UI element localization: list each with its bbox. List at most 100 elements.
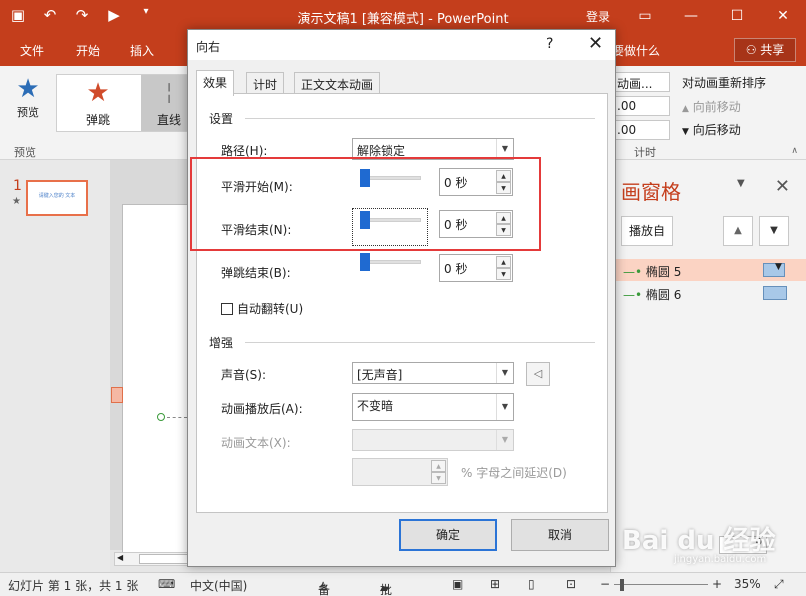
timing-group-label: 计时 [634, 146, 656, 159]
tab-file[interactable]: 文件 [20, 42, 44, 59]
after-animation-value: 不变暗 [357, 399, 394, 413]
animation-list-item[interactable]: —• 椭圆 5 ▼ [611, 259, 806, 281]
animate-text-dropdown[interactable]: ▼ [352, 429, 514, 451]
motion-path-start-icon[interactable] [157, 413, 165, 421]
status-bar: 幻灯片 第 1 张，共 1 张 ⌨ 中文(中国) ≜ 备注 ▰ 批注 ▣ ⊞ ▯… [0, 572, 806, 596]
slideshow-icon[interactable]: ⊡ [566, 577, 576, 591]
item-dropdown-icon[interactable]: ▼ [775, 262, 782, 272]
auto-reverse-label: 自动翻转(U) [237, 302, 304, 316]
spin-down-icon[interactable]: ▼ [496, 268, 511, 280]
preview-star-icon: ★ [16, 74, 40, 104]
reorder-title: 对动画重新排序 [682, 76, 767, 90]
after-animation-label: 动画播放后(A): [221, 402, 303, 416]
close-pane-icon[interactable]: ✕ [775, 176, 790, 197]
reading-view-icon[interactable]: ▯ [528, 577, 535, 591]
minimize-icon[interactable]: — [668, 0, 714, 32]
bounce-end-slider[interactable] [360, 253, 421, 271]
animation-gallery: ★ 弹跳 ╎ 直线 [56, 74, 197, 132]
watermark-url: jingyan.baidu.com [674, 554, 767, 565]
zoom-slider[interactable] [614, 584, 708, 585]
collapse-ribbon-icon[interactable]: ∧ [791, 146, 798, 156]
zoom-out-icon[interactable]: − [600, 577, 610, 591]
spell-check-icon[interactable]: ⌨ [158, 577, 175, 591]
move-earlier-button[interactable]: ▲ 向前移动 [682, 98, 741, 115]
bounce-end-label: 弹跳结束(B): [221, 266, 291, 280]
slider-thumb[interactable] [360, 253, 370, 271]
enhance-header: 增强 [209, 336, 234, 350]
ribbon-display-icon[interactable]: ▭ [622, 0, 668, 32]
move-down-button[interactable]: ▼ [759, 216, 789, 246]
checkbox-box[interactable] [221, 303, 233, 315]
auto-reverse-checkbox[interactable]: 自动翻转(U) [221, 300, 303, 317]
animation-bounce-label: 弹跳 [85, 113, 110, 127]
scroll-left-icon[interactable]: ◀ [117, 553, 123, 562]
zoom-level[interactable]: 35% [734, 577, 761, 591]
after-animation-dropdown[interactable]: 不变暗 ▼ [352, 393, 514, 421]
animation-tag[interactable] [111, 387, 123, 403]
timeline-bar[interactable] [763, 286, 787, 300]
slide-sorter-icon[interactable]: ⊞ [490, 577, 500, 591]
close-dialog-icon[interactable]: ✕ [588, 33, 603, 54]
pane-options-icon[interactable]: ▼ [737, 178, 745, 189]
share-button[interactable]: ⚇ 共享 [734, 38, 796, 62]
motion-path-icon: —• [623, 288, 643, 302]
settings-header: 设置 [209, 112, 234, 126]
timing-delay-field[interactable]: .00 [612, 120, 670, 140]
login-link[interactable]: 登录 [586, 8, 610, 25]
bounce-end-spinner[interactable]: 0 秒 ▲ ▼ [439, 254, 513, 282]
animation-bounce[interactable]: ★ 弹跳 [57, 75, 139, 131]
help-icon[interactable]: ? [546, 36, 553, 52]
share-label: 共享 [760, 43, 785, 57]
tab-home[interactable]: 开始 [76, 42, 100, 59]
timing-duration-field[interactable]: .00 [612, 96, 670, 116]
tab-insert[interactable]: 插入 [130, 42, 154, 59]
close-window-icon[interactable]: ✕ [760, 0, 806, 32]
move-later-button[interactable]: ▼ 向后移动 [682, 121, 741, 138]
play-from-button[interactable]: 播放自 [621, 216, 673, 246]
slide-thumbnail[interactable]: 请键入您的 文本 [26, 180, 88, 216]
path-value: 解除锁定 [357, 144, 406, 158]
effect-options-dialog: 向右 ? ✕ 效果 计时 正文文本动画 设置 路径(H): 解除锁定 ▼ 平滑开… [187, 29, 616, 567]
triangle-up-icon: ▲ [682, 104, 689, 114]
animate-text-label: 动画文本(X): [221, 436, 291, 450]
sound-dropdown[interactable]: [无声音] ▼ [352, 362, 514, 384]
triangle-down-icon: ▼ [682, 127, 689, 137]
ok-button[interactable]: 确定 [399, 519, 497, 551]
enhance-divider [245, 342, 595, 343]
spin-down-icon[interactable]: ▼ [431, 472, 446, 484]
settings-divider [245, 118, 595, 119]
slides-pane: 1 ★ 请键入您的 文本 [0, 160, 110, 572]
dialog-title: 向右 [196, 40, 221, 54]
animation-list-item[interactable]: —• 椭圆 6 [611, 282, 806, 304]
letter-delay-spinner[interactable]: ▲ ▼ [352, 458, 448, 486]
tab-text-animation[interactable]: 正文文本动画 [294, 72, 381, 94]
fit-slide-icon[interactable]: ⤢ [774, 577, 784, 592]
animation-item-label: 椭圆 6 [645, 288, 682, 302]
chevron-down-icon: ▼ [496, 363, 513, 383]
move-later-label: 向后移动 [692, 123, 741, 137]
chevron-down-icon: ▼ [496, 139, 513, 159]
effect-panel: 设置 路径(H): 解除锁定 ▼ 平滑开始(M): 0 秒 ▲ ▼ 平滑结束(N… [196, 93, 608, 513]
preview-label: 预览 [17, 106, 39, 119]
bounce-star-icon: ★ [86, 78, 110, 108]
zoom-in-icon[interactable]: + [712, 577, 722, 591]
language-status[interactable]: 中文(中国) [190, 577, 247, 594]
cancel-button[interactable]: 取消 [511, 519, 609, 551]
tell-me-box[interactable]: 要做什么 [612, 42, 660, 59]
preview-button[interactable]: ★ 预览 [8, 74, 48, 120]
spinner-buttons: ▲ ▼ [431, 460, 446, 484]
zoom-slider-thumb[interactable] [620, 579, 624, 591]
watermark-brand: Bai du 经验 [622, 526, 776, 556]
spin-up-icon[interactable]: ▲ [431, 460, 446, 472]
comments-label: 批注 [380, 583, 393, 596]
chevron-down-icon: ▼ [496, 430, 513, 450]
normal-view-icon[interactable]: ▣ [452, 577, 463, 591]
speaker-icon[interactable]: ◁ [526, 362, 550, 386]
notes-label: 备注 [318, 583, 331, 596]
timing-start-field[interactable]: 动画... [612, 72, 670, 92]
tab-effect[interactable]: 效果 [196, 70, 235, 96]
spin-up-icon[interactable]: ▲ [496, 256, 511, 268]
maximize-icon[interactable]: ☐ [714, 0, 760, 32]
move-up-button[interactable]: ▲ [723, 216, 753, 246]
tab-timing[interactable]: 计时 [246, 72, 285, 94]
